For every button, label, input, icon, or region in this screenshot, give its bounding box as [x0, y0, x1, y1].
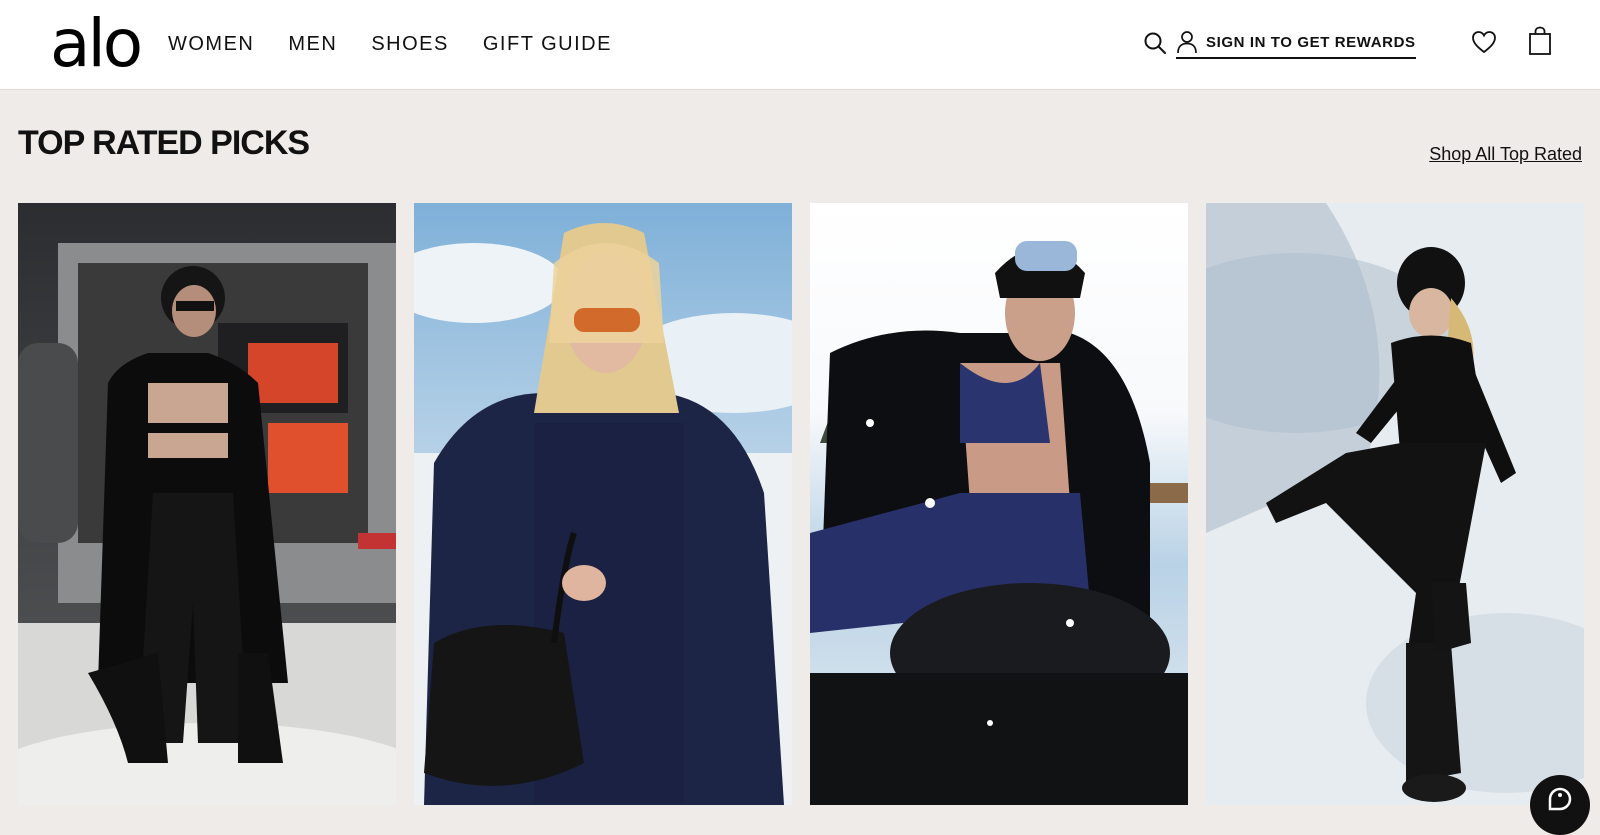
- product-card-4[interactable]: [1206, 203, 1584, 805]
- user-icon: [1177, 31, 1197, 54]
- section-title: TOP RATED PICKS: [18, 124, 310, 162]
- chat-icon: [1548, 787, 1572, 811]
- nav-men[interactable]: MEN: [288, 30, 337, 58]
- product-image-suv: [18, 203, 396, 805]
- shop-all-top-rated-link[interactable]: Shop All Top Rated: [1429, 144, 1582, 165]
- site-header: alo WOMEN MEN SHOES GIFT GUIDE SIGN IN T…: [0, 0, 1600, 90]
- product-card-1[interactable]: [18, 203, 396, 805]
- product-image-goggles: [810, 203, 1188, 805]
- product-card-3[interactable]: [810, 203, 1188, 805]
- main-nav: WOMEN MEN SHOES GIFT GUIDE: [168, 30, 612, 58]
- product-image-fleece: [414, 203, 792, 805]
- shopping-bag-icon[interactable]: [1527, 26, 1553, 56]
- nav-women[interactable]: WOMEN: [168, 30, 254, 58]
- product-image-snow: [1206, 203, 1584, 805]
- nav-gift-guide[interactable]: GIFT GUIDE: [483, 30, 612, 58]
- nav-shoes[interactable]: SHOES: [371, 30, 449, 58]
- chat-button[interactable]: [1530, 775, 1590, 835]
- product-grid: [18, 203, 1584, 805]
- product-card-2[interactable]: [414, 203, 792, 805]
- sign-in-rewards-link[interactable]: SIGN IN TO GET REWARDS: [1176, 30, 1416, 59]
- sign-in-label: SIGN IN TO GET REWARDS: [1206, 33, 1416, 51]
- heart-icon[interactable]: [1470, 28, 1498, 56]
- search-icon[interactable]: [1142, 30, 1168, 56]
- alo-logo[interactable]: alo: [50, 8, 143, 80]
